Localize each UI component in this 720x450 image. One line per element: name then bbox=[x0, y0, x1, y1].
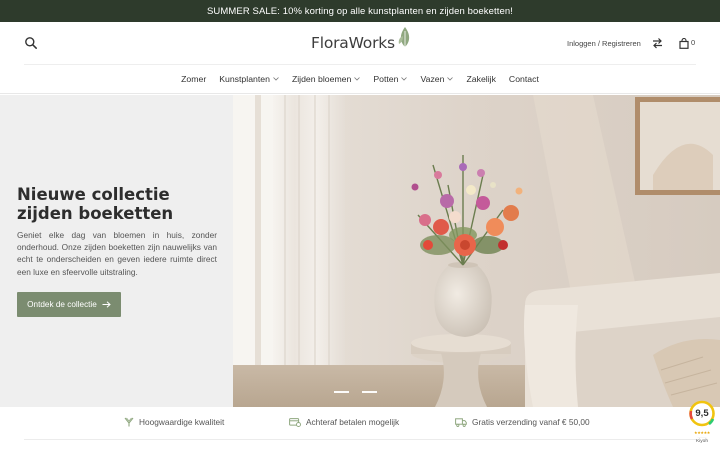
chevron-down-icon bbox=[354, 76, 361, 81]
nav-item-label: Zakelijk bbox=[466, 73, 496, 84]
slider-dot[interactable] bbox=[334, 391, 349, 393]
nav-item-label: Kunstplanten bbox=[219, 73, 270, 84]
nav-item-kunstplanten[interactable]: Kunstplanten bbox=[219, 74, 279, 84]
usp-item-payment: Achteraf betalen mogelijk bbox=[289, 417, 399, 427]
hero-image bbox=[233, 95, 720, 407]
nav-item-label: Vazen bbox=[420, 73, 445, 84]
main-nav: Zomer Kunstplanten Zijden bloemen Potten… bbox=[0, 64, 720, 94]
shopping-bag-icon bbox=[679, 36, 689, 54]
nav-item-label: Potten bbox=[373, 73, 399, 84]
cart-count: 0 bbox=[691, 38, 696, 47]
site-logo[interactable]: FloraWorks bbox=[311, 27, 413, 53]
nav-item-zomer[interactable]: Zomer bbox=[181, 74, 206, 84]
search-icon[interactable] bbox=[24, 36, 38, 50]
promo-banner: SUMMER SALE: 10% korting op alle kunstpl… bbox=[0, 0, 720, 22]
hero-text-panel: Nieuwe collectie zijden boeketten Geniet… bbox=[0, 95, 233, 407]
usp-label: Gratis verzending vanaf € 50,00 bbox=[472, 417, 590, 427]
cta-label: Ontdek de collectie bbox=[27, 300, 97, 309]
kiyoh-review-badge[interactable]: 9,5 ★★★★★ ········· Kiyoh bbox=[687, 400, 717, 446]
chevron-down-icon bbox=[401, 76, 408, 81]
nav-item-label: Contact bbox=[508, 73, 539, 84]
nav-item-zakelijk[interactable]: Zakelijk bbox=[466, 74, 495, 84]
promo-banner-text: SUMMER SALE: 10% korting op alle kunstpl… bbox=[206, 5, 514, 17]
nav-item-label: Zijden bloemen bbox=[291, 73, 352, 84]
cart-button[interactable]: 0 bbox=[679, 36, 695, 54]
hero-description: Geniet elke dag van bloemen in huis, zon… bbox=[17, 230, 217, 277]
usp-item-quality: Hoogwaardige kwaliteit bbox=[124, 417, 224, 427]
chevron-down-icon bbox=[447, 76, 454, 81]
logo-text: FloraWorks bbox=[311, 33, 395, 52]
arrow-right-icon bbox=[102, 301, 111, 308]
usp-divider bbox=[24, 439, 696, 440]
kiyoh-name: Kiyoh bbox=[696, 439, 708, 444]
payment-icon bbox=[289, 417, 301, 427]
truck-icon bbox=[455, 417, 467, 427]
slider-dots bbox=[334, 391, 377, 393]
hero-slider: Nieuwe collectie zijden boeketten Geniet… bbox=[0, 95, 720, 407]
usp-label: Achteraf betalen mogelijk bbox=[306, 417, 400, 427]
chevron-down-icon bbox=[273, 76, 279, 81]
discover-collection-button[interactable]: Ontdek de collectie bbox=[17, 292, 121, 317]
site-header: FloraWorks Inloggen / Registreren 0 bbox=[0, 22, 720, 65]
quality-icon bbox=[124, 417, 134, 427]
leaf-icon bbox=[397, 26, 413, 53]
usp-item-shipping: Gratis verzending vanaf € 50,00 bbox=[455, 417, 590, 427]
login-register-link[interactable]: Inloggen / Registreren bbox=[567, 39, 641, 48]
nav-item-label: Zomer bbox=[181, 73, 207, 84]
hero-title: Nieuwe collectie zijden boeketten bbox=[17, 185, 174, 223]
usp-bar: Hoogwaardige kwaliteit Achteraf betalen … bbox=[0, 407, 720, 440]
compare-arrows-icon[interactable] bbox=[652, 36, 663, 49]
kiyoh-score: 9,5 bbox=[695, 408, 709, 419]
slider-dot[interactable] bbox=[362, 391, 377, 393]
nav-item-zijden-bloemen[interactable]: Zijden bloemen bbox=[291, 73, 361, 84]
usp-label: Hoogwaardige kwaliteit bbox=[139, 417, 225, 427]
nav-item-vazen[interactable]: Vazen bbox=[420, 73, 454, 84]
nav-item-contact[interactable]: Contact bbox=[509, 74, 539, 84]
nav-item-potten[interactable]: Potten bbox=[373, 73, 408, 84]
